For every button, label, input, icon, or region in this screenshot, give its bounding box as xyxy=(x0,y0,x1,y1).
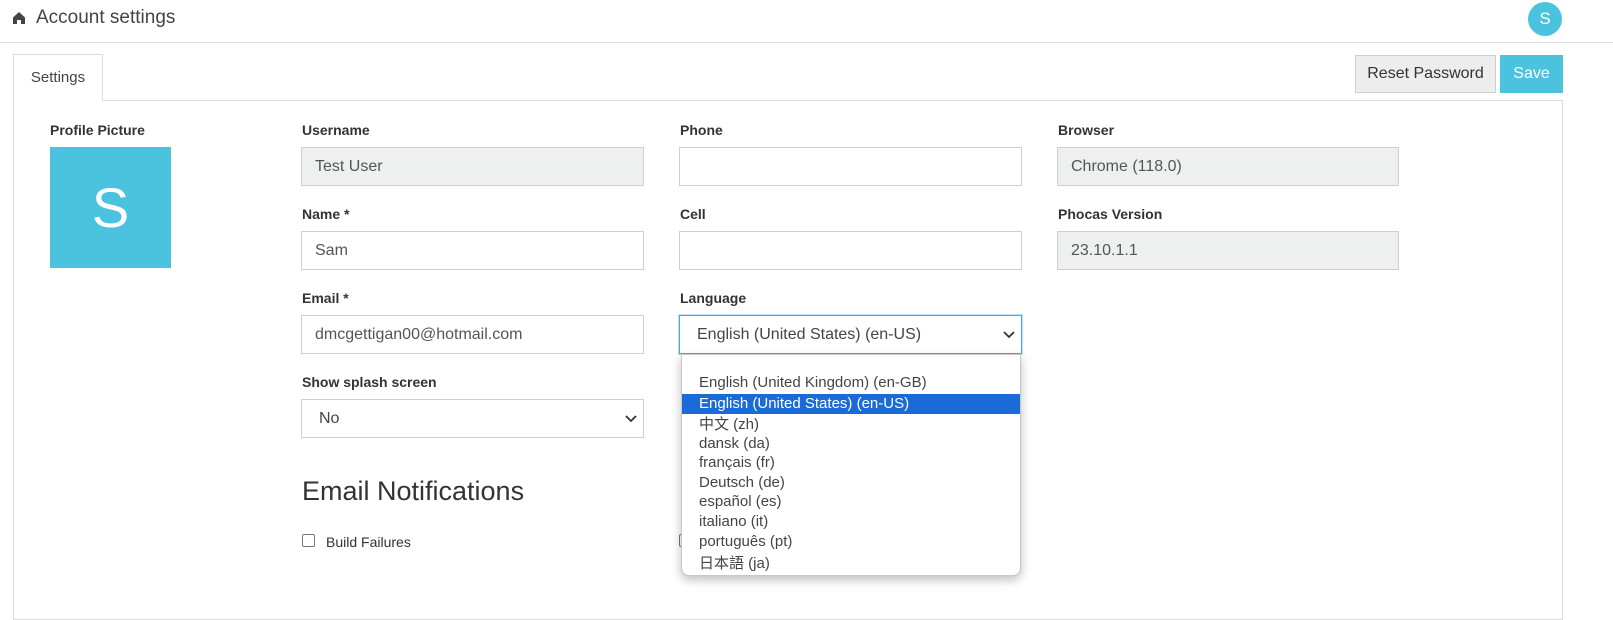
language-option[interactable]: English (United Kingdom) (en-GB) xyxy=(682,373,1020,393)
email-label: Email * xyxy=(302,290,349,306)
top-bar: Account settings S xyxy=(0,0,1613,43)
email-input[interactable]: dmcgettigan00@hotmail.com xyxy=(301,315,644,354)
email-notifications-title: Email Notifications xyxy=(302,476,525,506)
reset-password-button[interactable]: Reset Password xyxy=(1355,55,1496,93)
language-option[interactable]: español (es) xyxy=(682,492,1020,512)
language-option[interactable]: italiano (it) xyxy=(682,512,1020,532)
language-option[interactable]: français (fr) xyxy=(682,453,1020,473)
home-icon[interactable] xyxy=(12,11,26,25)
language-value: English (United States) (en-US) xyxy=(697,326,922,343)
browser-label: Browser xyxy=(1058,122,1115,138)
build-failures-checkbox[interactable] xyxy=(302,534,315,547)
tab-settings[interactable]: Settings xyxy=(13,54,103,101)
language-option[interactable]: Deutsch (de) xyxy=(682,473,1020,493)
name-input[interactable]: Sam xyxy=(301,231,644,270)
cell-label: Cell xyxy=(680,206,706,222)
language-select[interactable]: English (United States) (en-US) xyxy=(679,315,1022,354)
language-option[interactable]: português (pt) xyxy=(682,532,1020,552)
cell-input[interactable] xyxy=(679,231,1022,270)
language-option[interactable]: English (United States) (en-US) xyxy=(682,394,1020,414)
name-label: Name * xyxy=(302,206,350,222)
version-field: 23.10.1.1 xyxy=(1057,231,1399,270)
chevron-down-icon xyxy=(625,415,637,423)
save-button[interactable]: Save xyxy=(1500,55,1563,93)
username-label: Username xyxy=(302,122,370,138)
language-option[interactable]: 日本語 (ja) xyxy=(682,554,1020,574)
browser-field: Chrome (118.0) xyxy=(1057,147,1399,186)
splash-screen-value: No xyxy=(319,410,340,427)
profile-picture-label: Profile Picture xyxy=(50,122,145,138)
language-option[interactable]: 中文 (zh) xyxy=(682,415,1020,435)
phone-input[interactable] xyxy=(679,147,1022,186)
splash-screen-select[interactable]: No xyxy=(301,399,644,438)
profile-picture[interactable]: S xyxy=(50,147,171,268)
language-label: Language xyxy=(680,290,747,306)
username-field: Test User xyxy=(301,147,644,186)
language-dropdown-list: English (United Kingdom) (en-GB) English… xyxy=(681,354,1021,576)
phone-label: Phone xyxy=(680,122,723,138)
chevron-down-icon xyxy=(1003,331,1015,339)
splash-screen-label: Show splash screen xyxy=(302,374,437,390)
language-option[interactable]: dansk (da) xyxy=(682,434,1020,454)
version-label: Phocas Version xyxy=(1058,206,1163,222)
user-avatar[interactable]: S xyxy=(1528,2,1562,36)
build-failures-label: Build Failures xyxy=(326,534,411,550)
page-title: Account settings xyxy=(36,7,176,28)
